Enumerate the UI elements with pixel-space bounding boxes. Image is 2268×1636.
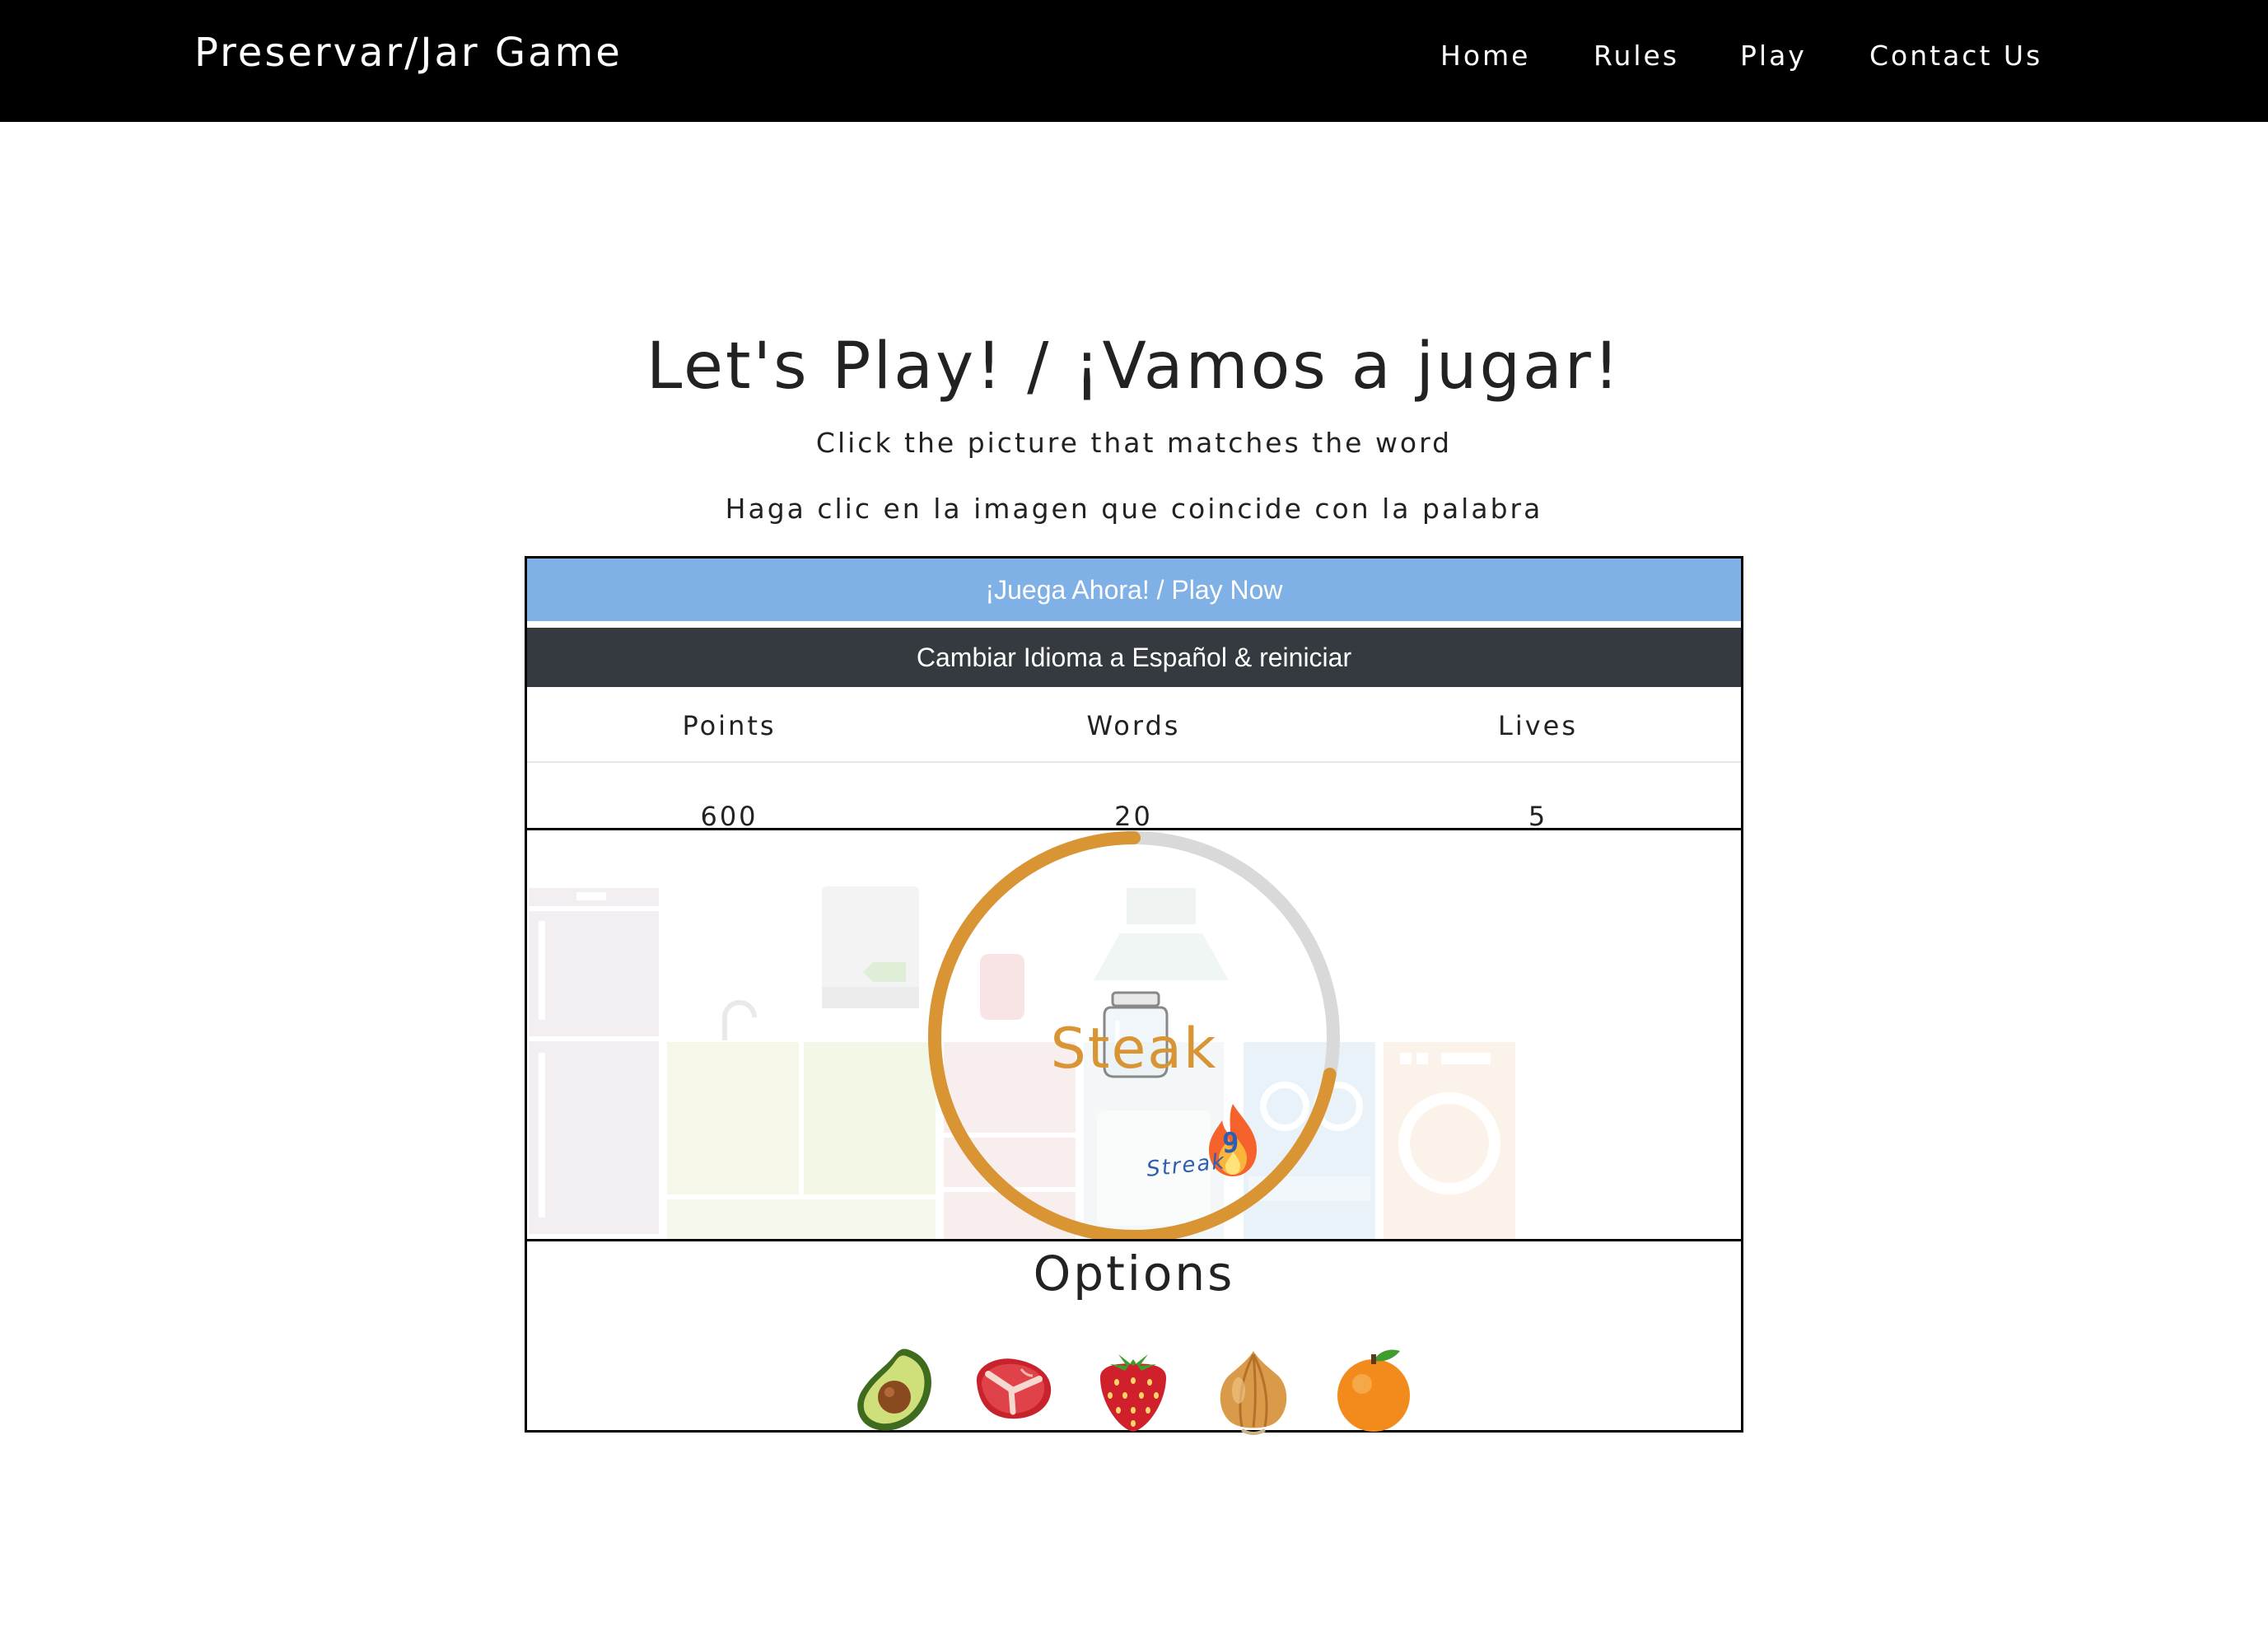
play-now-button[interactable]: ¡Juega Ahora! / Play Now [527, 559, 1741, 621]
steak-icon[interactable] [964, 1341, 1062, 1440]
lives-label: Lives [1497, 710, 1578, 741]
onion-icon[interactable] [1204, 1341, 1303, 1440]
target-word: Steak [1050, 1017, 1218, 1082]
orange-icon[interactable] [1324, 1341, 1423, 1440]
change-language-button[interactable]: Cambiar Idioma a Español & reiniciar [527, 628, 1741, 687]
nav-link-play[interactable]: Play [1740, 40, 1807, 72]
instruction-english: Click the picture that matches the word [815, 427, 1453, 459]
navbar: Preservar/Jar Game Home Rules Play Conta… [0, 0, 2268, 122]
page-title: Let's Play! / ¡Vamos a jugar! [646, 330, 1622, 404]
nav-link-home[interactable]: Home [1440, 40, 1530, 72]
avocado-icon[interactable] [843, 1341, 942, 1440]
streak-badge: 9 Streak [1146, 1102, 1262, 1185]
score-divider [527, 761, 1741, 763]
words-label: Words [1086, 710, 1181, 741]
nav-link-contact[interactable]: Contact Us [1869, 40, 2042, 72]
score-board: Points Words Lives 600 20 5 [527, 687, 1741, 832]
game-panel: ¡Juega Ahora! / Play Now Cambiar Idioma … [525, 556, 1743, 1435]
points-label: Points [682, 710, 777, 741]
instruction-spanish: Haga clic en la imagen que coincide con … [725, 493, 1543, 525]
options-title: Options [1033, 1246, 1235, 1302]
game-stage: Steak 9 Streak [527, 828, 1741, 1241]
nav-link-rules[interactable]: Rules [1594, 40, 1679, 72]
brand-logo-text[interactable]: Preservar/Jar Game [194, 30, 623, 76]
strawberry-icon[interactable] [1084, 1341, 1183, 1440]
